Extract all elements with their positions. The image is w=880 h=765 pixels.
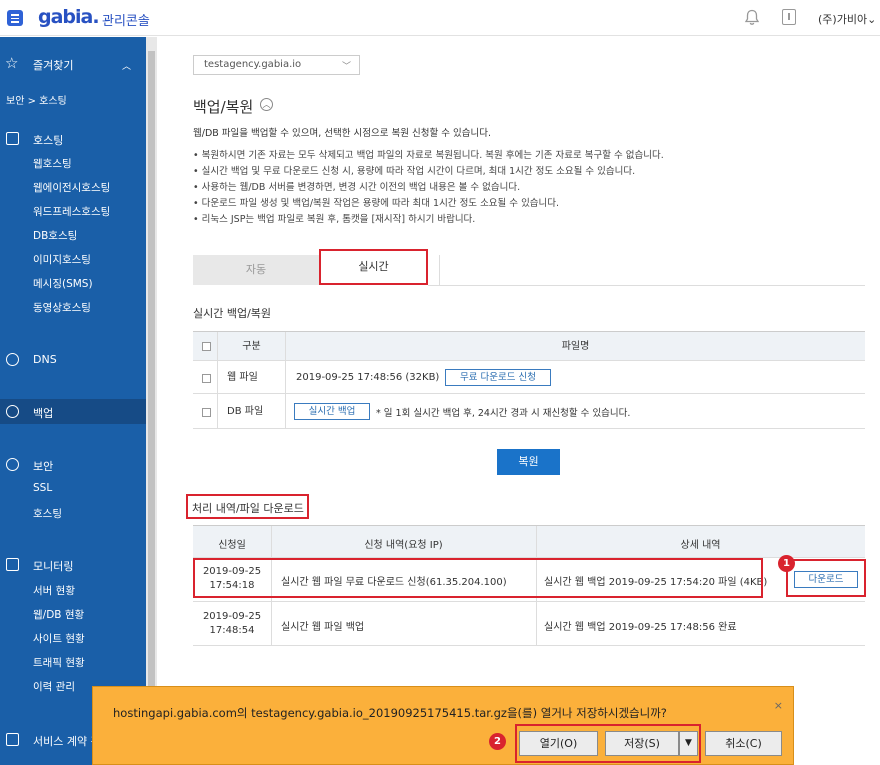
gabia-logo[interactable]: gabia. [38, 6, 100, 28]
scrollbar-thumb[interactable] [148, 51, 155, 691]
highlight-download-button [786, 559, 866, 597]
row-type: DB 파일 [218, 394, 286, 428]
table-header-row: 구분 파일명 [193, 332, 865, 361]
column-header-detail: 상세 내역 [680, 540, 721, 551]
tab-underline [428, 285, 865, 286]
menu-icon[interactable] [7, 10, 23, 26]
realtime-backup-button[interactable]: 실시간 백업 [294, 403, 370, 420]
sidebar-item-security-hosting[interactable]: 호스팅 [33, 506, 62, 521]
open-button[interactable]: 열기(O) [519, 731, 598, 756]
column-header-date: 신청일 [218, 540, 246, 551]
column-header-request: 신청 내역(요청 IP) [364, 540, 443, 551]
save-options-dropdown[interactable]: ▼ [679, 731, 698, 756]
notice-item: 다운로드 파일 생성 및 백업/복원 작업은 용량에 따라 최대 1시간 정도 … [193, 196, 664, 212]
sidebar-item-web-hosting[interactable]: 웹호스팅 [33, 156, 72, 171]
sidebar-item-site-status[interactable]: 사이트 현황 [33, 631, 85, 646]
notice-item: 실시간 백업 및 무료 다운로드 신청 시, 용량에 따라 작업 시간이 다르며… [193, 164, 664, 180]
close-icon[interactable]: × [774, 699, 783, 712]
sidebar-item-server-status[interactable]: 서버 현황 [33, 583, 75, 598]
request-detail: 실시간 웹 파일 백업 [281, 622, 365, 633]
history-section-title: 처리 내역/파일 다운로드 [192, 502, 304, 515]
bell-icon[interactable] [744, 9, 760, 26]
save-button[interactable]: 저장(S) [605, 731, 679, 756]
hosting-icon [6, 132, 19, 145]
download-notification-bar: hostingapi.gabia.com의 testagency.gabia.i… [92, 686, 794, 765]
table-row: 웹 파일 2019-09-25 17:48:56 (32KB) 무료 다운로드 … [193, 361, 865, 394]
chevron-down-icon: ⌄ [867, 13, 877, 26]
highlight-history-row [193, 558, 763, 598]
page-description: 웹/DB 파일을 백업할 수 있으며, 선택한 시점으로 복원 신청할 수 있습… [193, 128, 491, 139]
notice-item: 사용하는 웹/DB 서버를 변경하면, 변경 시간 이전의 백업 내용은 볼 수… [193, 180, 664, 196]
sidebar-item-ssl[interactable]: SSL [33, 482, 52, 494]
sidebar-item-image-hosting[interactable]: 이미지호스팅 [33, 252, 91, 267]
shield-icon [6, 458, 19, 471]
restore-button[interactable]: 복원 [497, 449, 560, 475]
realtime-section-title: 실시간 백업/복원 [193, 307, 272, 320]
sidebar-item-backup[interactable]: 백업 [0, 399, 146, 424]
tab-realtime[interactable]: 실시간 [319, 249, 428, 285]
tab-divider [428, 255, 440, 285]
column-header-filename: 파일명 [561, 341, 590, 352]
caret-down-icon: ▼ [685, 738, 692, 748]
history-icon [6, 405, 19, 418]
row-checkbox[interactable] [202, 374, 211, 383]
notice-item: 복원하시면 기존 자료는 모두 삭제되고 백업 파일의 자료로 복원됩니다. 복… [193, 148, 664, 164]
globe-icon [6, 353, 19, 366]
notice-item: 리눅스 JSP는 백업 파일로 복원 후, 톰캣을 [재시작] 하시기 바랍니다… [193, 212, 664, 228]
collapse-toggle-icon[interactable]: ︿ [260, 98, 273, 111]
step-badge-1: 1 [778, 555, 795, 572]
cancel-button[interactable]: 취소(C) [705, 731, 782, 756]
top-bar: gabia. 관리콘솔 (주)가비아⌄ [0, 0, 880, 36]
sidebar-item-wordpress-hosting[interactable]: 워드프레스호스팅 [33, 204, 110, 219]
sidebar-item-web-agency-hosting[interactable]: 웹에이전시호스팅 [33, 180, 110, 195]
page-title: 백업/복원 [193, 98, 254, 116]
result-detail: 실시간 웹 백업 2019-09-25 17:48:56 완료 [544, 622, 737, 633]
contract-icon [6, 733, 19, 746]
breadcrumb: 보안 > 호스팅 [6, 96, 67, 107]
sidebar-scrollbar[interactable] [146, 37, 157, 765]
sidebar-item-video-hosting[interactable]: 동영상호스팅 [33, 300, 91, 315]
column-header-type: 구분 [218, 332, 286, 360]
backup-table: 구분 파일명 웹 파일 2019-09-25 17:48:56 (32KB) 무… [193, 331, 865, 429]
chevron-up-icon[interactable]: ︿ [122, 59, 131, 72]
tab-auto[interactable]: 자동 [193, 255, 319, 285]
table-row: DB 파일 실시간 백업 * 일 1회 실시간 백업 후, 24시간 경과 시 … [193, 394, 865, 429]
backup-note: * 일 1회 실시간 백업 후, 24시간 경과 시 재신청할 수 있습니다. [376, 408, 631, 419]
monitor-icon [6, 558, 19, 571]
sidebar-item-traffic-status[interactable]: 트래픽 현황 [33, 655, 85, 670]
free-download-request-button[interactable]: 무료 다운로드 신청 [445, 369, 551, 386]
table-row: 2019-09-25 17:48:54 실시간 웹 파일 백업 실시간 웹 백업 … [193, 602, 865, 646]
select-all-checkbox[interactable] [202, 342, 211, 351]
sidebar: ☆ 즐겨찾기 ︿ 보안 > 호스팅 호스팅 웹호스팅 웹에이전시호스팅 워드프레… [0, 37, 146, 765]
row-type: 웹 파일 [218, 361, 286, 393]
user-menu[interactable]: (주)가비아⌄ [818, 11, 876, 27]
download-message: hostingapi.gabia.com의 testagency.gabia.i… [113, 706, 667, 720]
sidebar-item-webdb-status[interactable]: 웹/DB 현황 [33, 607, 84, 622]
file-info: 2019-09-25 17:48:56 (32KB) [296, 372, 440, 383]
chevron-down-icon: ﹀ [341, 62, 351, 72]
notice-list: 복원하시면 기존 자료는 모두 삭제되고 백업 파일의 자료로 복원됩니다. 복… [193, 148, 664, 228]
sidebar-item-db-hosting[interactable]: DB호스팅 [33, 228, 77, 243]
sidebar-item-sms[interactable]: 메시징(SMS) [33, 276, 93, 291]
notice-icon[interactable] [782, 9, 796, 25]
sidebar-item-history[interactable]: 이력 관리 [33, 679, 75, 694]
console-label: 관리콘솔 [102, 14, 150, 29]
step-badge-2: 2 [489, 733, 506, 750]
star-icon: ☆ [5, 54, 19, 72]
domain-select[interactable]: testagency.gabia.io ﹀ [193, 55, 360, 75]
table-header-row: 신청일 신청 내역(요청 IP) 상세 내역 [193, 526, 865, 558]
request-date: 2019-09-25 17:48:54 [202, 611, 262, 636]
row-checkbox[interactable] [202, 408, 211, 417]
